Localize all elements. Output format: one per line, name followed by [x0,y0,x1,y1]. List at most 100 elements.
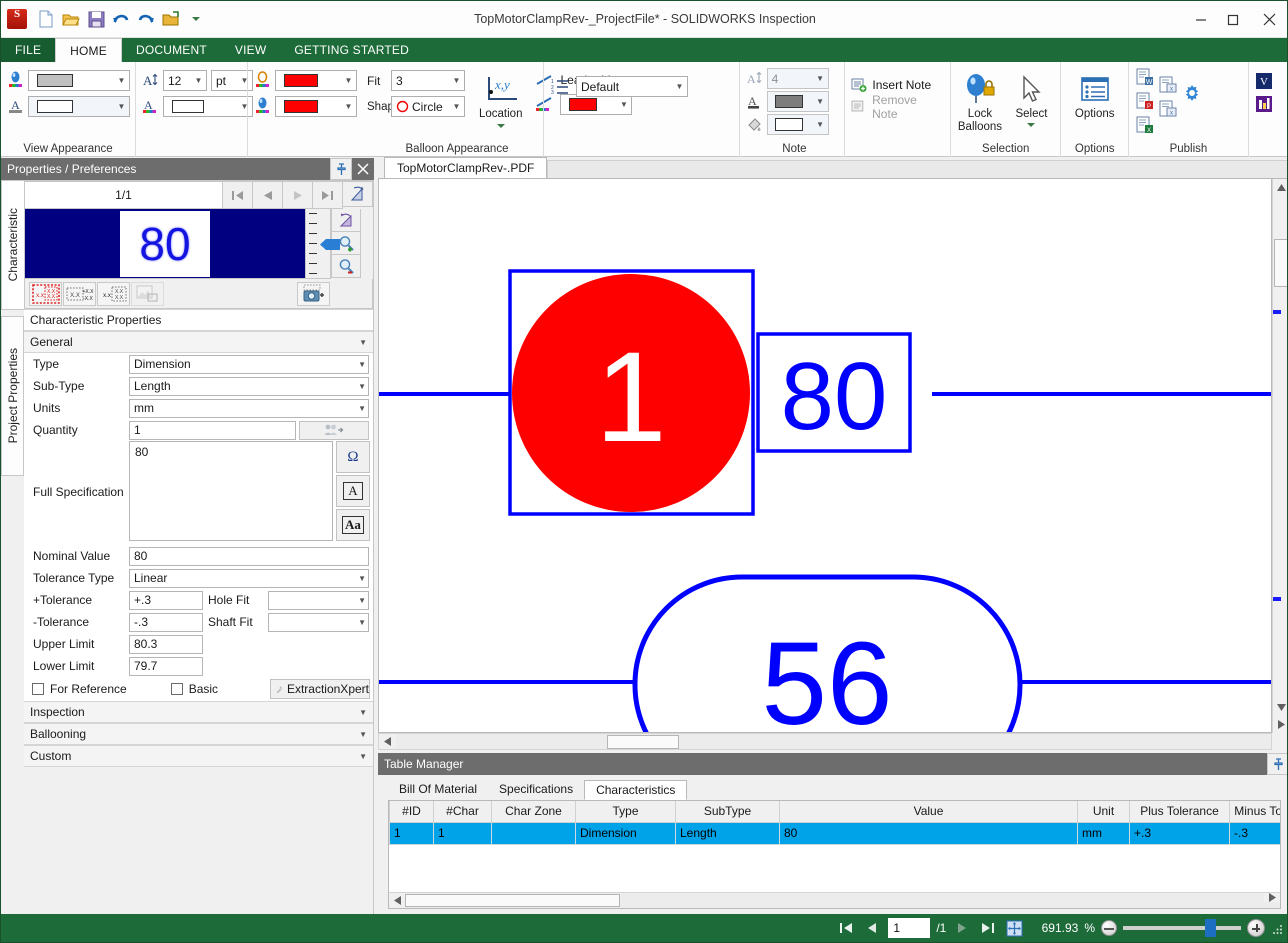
zoom-out-button[interactable] [1101,920,1117,936]
col-value[interactable]: Value [779,801,1078,823]
vtab-project-properties[interactable]: Project Properties [1,316,24,476]
first-characteristic-button[interactable] [223,181,253,209]
options-button[interactable]: Options [1067,70,1122,121]
minimize-button[interactable] [1185,1,1217,38]
scroll-left-arrow[interactable] [379,734,396,749]
open-recent-icon[interactable] [160,8,182,30]
characteristics-grid[interactable]: #ID #Char Char Zone Type SubType Value U… [388,800,1281,909]
numbering-combo[interactable]: Default ▼ [576,76,688,97]
maximize-button[interactable] [1217,1,1249,38]
page-number-input[interactable]: 1 [888,918,931,938]
preview-scale-thumb[interactable] [320,239,340,250]
fit-page-icon[interactable] [1004,918,1024,938]
publish-word-icon[interactable]: W [1135,68,1155,90]
cell-plus-tolerance[interactable]: +.3 [1129,821,1230,845]
redo-icon[interactable] [135,8,157,30]
for-reference-checkbox[interactable] [32,683,44,695]
view-fill-color-combo[interactable]: ▼ [28,70,130,91]
cell-subtype[interactable]: Length [675,821,780,845]
note-font-color-combo[interactable]: ▼ [766,91,829,112]
scroll-up-arrow[interactable] [1273,179,1287,196]
export-xml-icon[interactable]: x [1158,76,1178,98]
type-select[interactable]: Dimension ▼ [129,354,369,374]
nominal-value-input[interactable]: 80 [129,546,369,566]
zoom-in-button[interactable] [1247,919,1265,937]
tab-characteristics[interactable]: Characteristics [584,780,688,800]
last-characteristic-button[interactable] [313,181,343,209]
tab-getting-started[interactable]: GETTING STARTED [280,38,423,62]
case-format-button[interactable]: Aa [336,509,370,541]
tab-file[interactable]: FILE [1,38,56,62]
plus-tolerance-input[interactable]: +.3 [129,590,203,610]
rotate-left-tool[interactable] [343,181,373,207]
next-page-button[interactable] [952,918,972,938]
pin-panel-button[interactable] [330,158,352,180]
canvas-vertical-scrollbar[interactable] [1272,179,1287,733]
zoom-out-tool[interactable] [331,255,361,278]
close-button[interactable] [1249,1,1287,38]
cell-minus-tolerance[interactable]: -.3 [1229,821,1280,845]
font-format-button[interactable]: A [336,475,370,507]
col-unit[interactable]: Unit [1077,801,1130,823]
hole-fit-select[interactable]: ▼ [268,590,369,610]
vtab-characteristic[interactable]: Characteristic [1,180,24,310]
document-tab-pdf[interactable]: TopMotorClampRev-.PDF [384,157,548,178]
previous-page-button[interactable] [862,918,882,938]
lower-limit-input[interactable]: 79.7 [129,656,203,676]
note-size-combo[interactable]: 4 ▼ [766,68,829,89]
undo-icon[interactable] [110,8,132,30]
balloon-outline-color-combo[interactable]: ▼ [275,70,357,91]
balloon-fit-combo[interactable]: 3 ▼ [391,70,465,91]
col-char[interactable]: #Char [433,801,492,823]
close-panel-button[interactable] [352,158,374,180]
col-minus-tolerance[interactable]: Minus Tol [1229,801,1280,823]
inspection-section-header[interactable]: Inspection ▼ [24,701,373,723]
scroll-down-arrow[interactable] [1273,699,1287,716]
cell-char-zone[interactable] [491,821,576,845]
previous-characteristic-button[interactable] [253,181,283,209]
custom-section-header[interactable]: Custom ▼ [24,745,373,767]
ballooning-section-header[interactable]: Ballooning ▼ [24,723,373,745]
col-char-zone[interactable]: Char Zone [491,801,576,823]
table-row[interactable]: 1 1 Dimension Length 80 mm +.3 -.3 [389,821,1280,845]
resize-grip[interactable] [1271,922,1283,934]
table-scroll-left-arrow[interactable] [389,893,405,908]
rotate-right-tool[interactable] [331,209,361,232]
next-characteristic-button[interactable] [283,181,313,209]
units-select[interactable]: mm ▼ [129,398,369,418]
balloon-location-button[interactable]: x,y Location [479,70,522,128]
cell-unit[interactable]: mm [1077,821,1130,845]
font-color-combo[interactable]: ▼ [163,96,253,117]
symbol-omega-button[interactable]: Ω [336,441,370,473]
drawing-canvas[interactable]: 1 80 56 [378,179,1272,733]
basic-checkbox[interactable] [170,683,183,695]
col-subtype[interactable]: SubType [675,801,780,823]
open-document-icon[interactable] [60,8,82,30]
view-line-color-combo[interactable]: ▼ [28,96,130,117]
full-specification-textarea[interactable]: 80 [129,441,333,541]
tab-view[interactable]: VIEW [221,38,280,62]
canvas-horizontal-scrollbar[interactable] [378,733,1272,750]
preview-zoom-scale[interactable] [306,209,340,279]
capture-snapshot-tool[interactable] [297,281,330,306]
cell-id[interactable]: 1 [389,821,434,845]
cell-value[interactable]: 80 [779,821,1078,845]
pin-table-manager-button[interactable] [1267,753,1287,775]
extract-tolerance-tool[interactable]: X.X +X.X -X.X [63,281,96,306]
col-id[interactable]: #ID [389,801,434,823]
new-document-icon[interactable] [35,8,57,30]
minus-tolerance-input[interactable]: -.3 [129,612,203,632]
verisurf-addin-icon[interactable]: V [1255,72,1273,93]
remove-note-button[interactable]: Remove Note [851,93,944,121]
quantity-helper-button[interactable] [299,420,369,440]
extract-value-tool[interactable]: x.x X.X X.X [97,281,130,306]
horizontal-scroll-thumb[interactable] [607,735,679,749]
publish-pdf-icon[interactable]: P [1135,92,1155,114]
table-horizontal-scrollbar[interactable] [389,892,1280,908]
next-page-scroll-arrow[interactable] [1273,716,1287,733]
select-button[interactable]: Select [1009,70,1055,127]
characteristic-preview[interactable]: 80 [24,209,306,279]
extraction-xpert-button[interactable]: ExtractionXpert [270,679,370,699]
upper-limit-input[interactable]: 80.3 [129,634,203,654]
table-scroll-right-arrow[interactable] [1264,893,1280,902]
